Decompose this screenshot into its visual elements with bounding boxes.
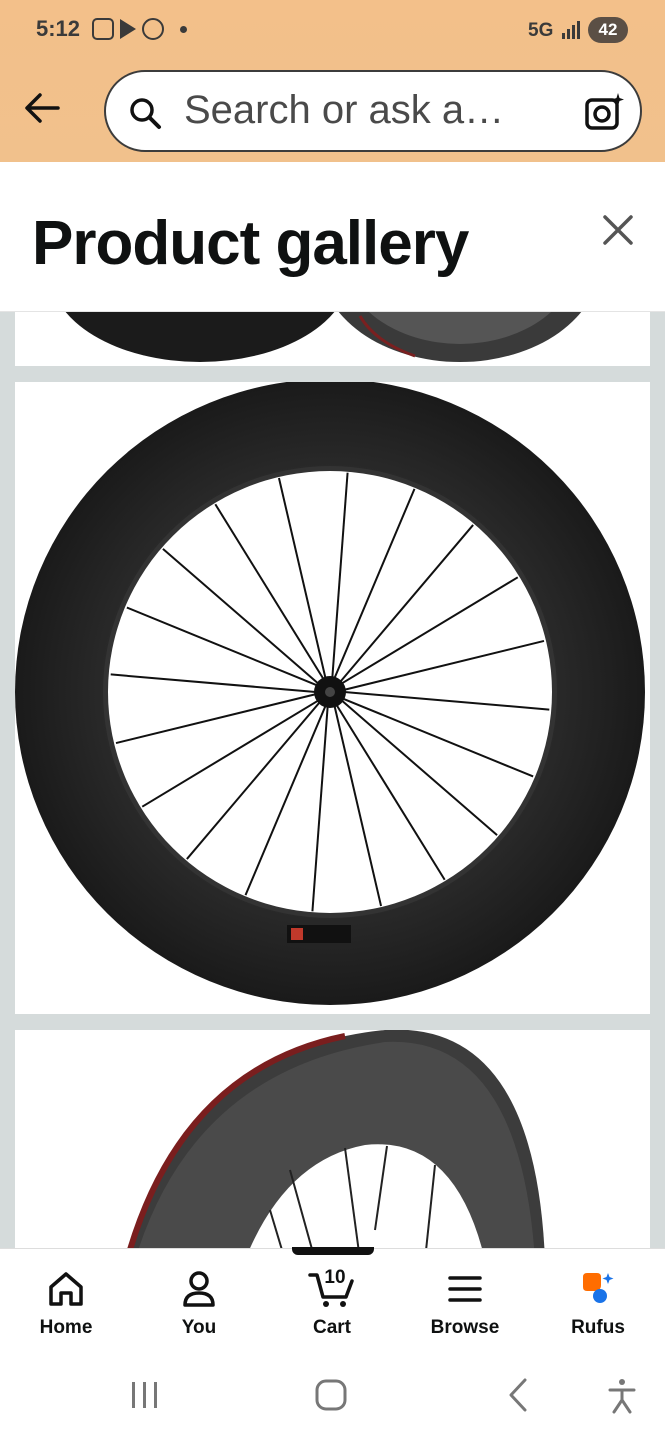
nav-browse[interactable]: Browse [410,1269,520,1339]
nav-home-label: Home [39,1317,93,1338]
more-notifications-icon [180,25,187,33]
nav-cart-label: Cart [312,1317,351,1338]
home-icon [49,1272,83,1306]
at-icon [142,18,164,40]
network-type: 5G [528,20,554,41]
nav-home[interactable]: Home [11,1269,121,1339]
page-title: Product gallery [32,209,469,278]
wheel-angle-image [127,1030,545,1248]
close-icon[interactable] [600,212,636,248]
gallery-image-rim-angle[interactable] [15,1030,650,1248]
search-bar[interactable]: Search or ask a… [104,70,642,152]
home-button-icon[interactable] [315,1379,347,1411]
gallery-image-front-wheel[interactable] [15,382,650,1014]
rufus-icon [583,1273,614,1303]
cart-count-badge: 10 [324,1267,346,1288]
user-icon [183,1271,215,1307]
menu-icon [448,1276,482,1302]
play-icon [120,19,136,39]
drag-handle[interactable] [292,1247,374,1255]
recent-apps-icon[interactable] [132,1382,157,1408]
system-navigation-bar [132,1378,636,1414]
battery-indicator: 42 [588,17,628,43]
back-arrow-icon[interactable] [20,86,64,130]
nav-browse-label: Browse [430,1317,500,1338]
signal-icon [562,21,580,39]
notification-icons [92,18,187,40]
search-icon [130,98,161,129]
carbon-wheel-image [15,382,645,1005]
system-back-icon[interactable] [509,1378,527,1412]
wheel-pair-image [65,312,582,362]
top-bar: 5:12 5G 42 Search or ask a… [0,0,665,162]
nav-you-label: You [181,1317,217,1338]
camera-search-icon[interactable] [584,91,626,133]
nav-rufus[interactable]: Rufus [543,1269,653,1339]
nav-rufus-label: Rufus [571,1317,625,1338]
search-placeholder[interactable]: Search or ask a… [184,88,504,133]
screenshot-icon [92,18,114,40]
gallery-image-partial-top[interactable] [15,312,650,366]
nav-cart[interactable]: 10 Cart [277,1267,387,1339]
status-time: 5:12 [36,16,81,41]
status-bar: 5:12 5G 42 [0,0,665,62]
nav-you[interactable]: You [144,1269,254,1339]
product-gallery[interactable] [0,312,665,1248]
accessibility-icon[interactable] [608,1379,636,1414]
